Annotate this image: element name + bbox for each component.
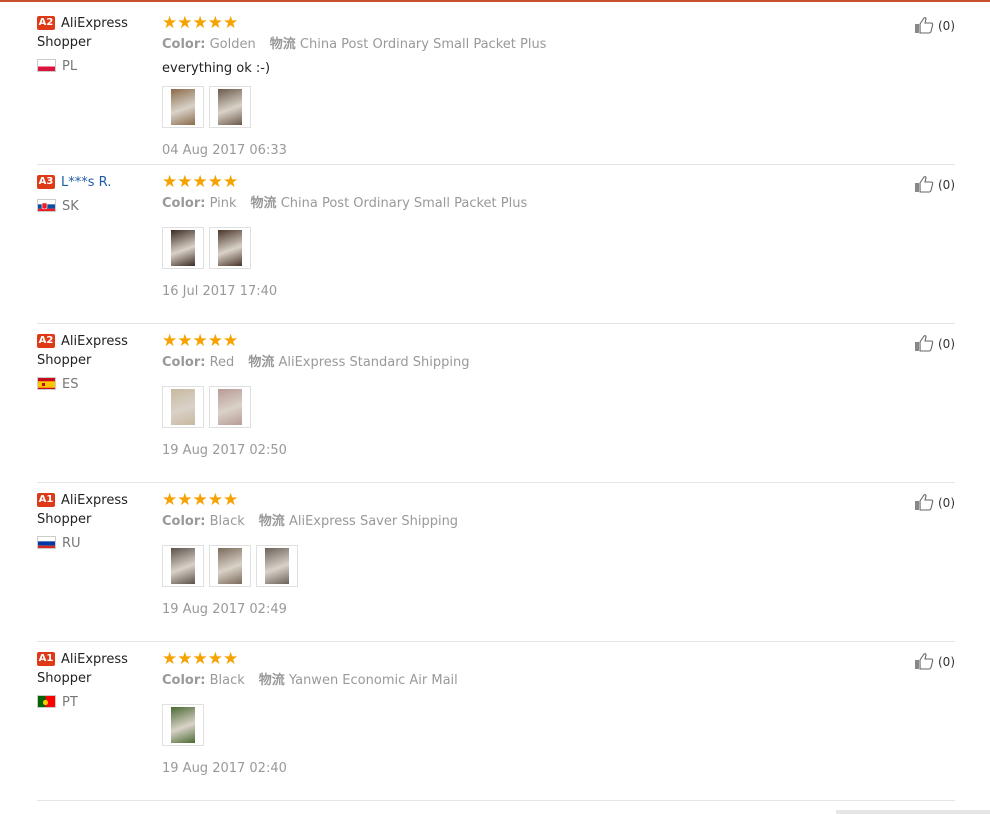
- helpful-button[interactable]: (0): [914, 493, 955, 511]
- order-attributes: Color: Pink 物流 China Post Ordinary Small …: [162, 196, 528, 211]
- thumbs-up-icon: [914, 652, 936, 670]
- shipping-method: Yanwen Economic Air Mail: [288, 673, 458, 688]
- top-accent-rule: [0, 0, 990, 2]
- country-flag-icon: [37, 199, 56, 212]
- helpful-button[interactable]: (0): [914, 334, 955, 352]
- buyer-level-badge: A2: [37, 334, 55, 348]
- review-content: ★★★★★ Color: Golden 物流 China Post Ordinar…: [162, 14, 812, 160]
- review-photos: [162, 545, 812, 587]
- reviewer-name: A1 AliExpress Shopper: [37, 493, 128, 527]
- review-photos: [162, 227, 812, 269]
- country-flag-icon: [37, 536, 56, 549]
- order-attributes: Color: Black 物流 Yanwen Economic Air Mail: [162, 673, 458, 688]
- review-content: ★★★★★ Color: Black 物流 Yanwen Economic Air…: [162, 650, 812, 778]
- color-value: Black: [209, 514, 245, 529]
- review-item: A2 AliExpress Shopper ES ★★★★★ Color: Red 物…: [37, 324, 955, 483]
- buyer-level-badge: A2: [37, 16, 55, 30]
- review-photo-thumbnail[interactable]: [256, 545, 298, 587]
- reviewer-country: PT: [37, 694, 152, 712]
- helpful-button[interactable]: (0): [914, 175, 955, 193]
- review-item: A1 AliExpress Shopper PT ★★★★★ Color: Blac…: [37, 642, 955, 801]
- helpful-count: (0): [938, 19, 955, 33]
- review-date: 19 Aug 2017 02:50: [162, 443, 287, 458]
- helpful-count: (0): [938, 178, 955, 192]
- buyer-level-badge: A3: [37, 175, 55, 189]
- shipping-method: China Post Ordinary Small Packet Plus: [299, 37, 547, 52]
- helpful-button[interactable]: (0): [914, 16, 955, 34]
- review-date: 16 Jul 2017 17:40: [162, 284, 278, 299]
- reviewer-info: A2 AliExpress Shopper ES: [37, 332, 152, 394]
- review-photo-thumbnail[interactable]: [209, 386, 251, 428]
- buyer-level-badge: A1: [37, 493, 55, 507]
- reviewer-info: A3 L***s R. SK: [37, 173, 152, 216]
- thumbs-up-icon: [914, 175, 936, 193]
- reviewer-name[interactable]: A3 L***s R.: [37, 173, 152, 192]
- shipping-method: AliExpress Standard Shipping: [278, 355, 470, 370]
- thumbs-up-icon: [914, 493, 936, 511]
- review-photo-thumbnail[interactable]: [162, 386, 204, 428]
- star-rating: ★★★★★: [162, 172, 239, 192]
- review-photo-thumbnail[interactable]: [162, 86, 204, 128]
- review-date: 04 Aug 2017 06:33: [162, 143, 287, 158]
- reviewer-info: A1 AliExpress Shopper PT: [37, 650, 152, 712]
- review-item: A1 AliExpress Shopper RU ★★★★★ Color: Blac…: [37, 483, 955, 642]
- order-attributes: Color: Black 物流 AliExpress Saver Shipping: [162, 514, 459, 529]
- helpful-button[interactable]: (0): [914, 652, 955, 670]
- star-rating: ★★★★★: [162, 649, 239, 669]
- color-value: Pink: [209, 196, 237, 211]
- review-photo-thumbnail[interactable]: [162, 227, 204, 269]
- color-value: Black: [209, 673, 245, 688]
- reviewer-country: PL: [37, 58, 152, 76]
- color-value: Golden: [209, 37, 256, 52]
- color-value: Red: [209, 355, 235, 370]
- review-photo-thumbnail[interactable]: [209, 86, 251, 128]
- review-content: ★★★★★ Color: Red 物流 AliExpress Standard S…: [162, 332, 812, 460]
- reviewer-name: A2 AliExpress Shopper: [37, 334, 128, 368]
- reviewer-country: RU: [37, 535, 152, 553]
- country-flag-icon: [37, 59, 56, 72]
- thumbs-up-icon: [914, 334, 936, 352]
- star-rating: ★★★★★: [162, 13, 239, 33]
- helpful-count: (0): [938, 655, 955, 669]
- reviewer-name: A1 AliExpress Shopper: [37, 652, 128, 686]
- horizontal-scrollbar[interactable]: [836, 810, 990, 814]
- review-text: everything ok :-): [162, 61, 271, 76]
- helpful-count: (0): [938, 337, 955, 351]
- review-date: 19 Aug 2017 02:49: [162, 602, 287, 617]
- reviewer-country: SK: [37, 198, 152, 216]
- review-photo-thumbnail[interactable]: [162, 704, 204, 746]
- review-photos: [162, 704, 812, 746]
- review-content: ★★★★★ Color: Black 物流 AliExpress Saver Sh…: [162, 491, 812, 619]
- helpful-count: (0): [938, 496, 955, 510]
- review-photos: [162, 86, 812, 128]
- order-attributes: Color: Golden 物流 China Post Ordinary Smal…: [162, 37, 547, 52]
- review-content: ★★★★★ Color: Pink 物流 China Post Ordinary …: [162, 173, 812, 301]
- review-item: A2 AliExpress Shopper PL ★★★★★ Color: Gold…: [37, 6, 955, 165]
- star-rating: ★★★★★: [162, 331, 239, 351]
- country-flag-icon: [37, 377, 56, 390]
- shipping-method: AliExpress Saver Shipping: [288, 514, 459, 529]
- order-attributes: Color: Red 物流 AliExpress Standard Shippin…: [162, 355, 470, 370]
- review-photos: [162, 386, 812, 428]
- reviewer-info: A2 AliExpress Shopper PL: [37, 14, 152, 76]
- review-item: A3 L***s R. SK ★★★★★ Color: Pink 物流 China …: [37, 165, 955, 324]
- star-rating: ★★★★★: [162, 490, 239, 510]
- buyer-level-badge: A1: [37, 652, 55, 666]
- thumbs-up-icon: [914, 16, 936, 34]
- review-date: 19 Aug 2017 02:40: [162, 761, 287, 776]
- review-photo-thumbnail[interactable]: [162, 545, 204, 587]
- country-flag-icon: [37, 695, 56, 708]
- reviewer-name: A2 AliExpress Shopper: [37, 16, 128, 50]
- shipping-method: China Post Ordinary Small Packet Plus: [280, 196, 528, 211]
- reviews-list: A2 AliExpress Shopper PL ★★★★★ Color: Gold…: [37, 6, 955, 801]
- reviewer-country: ES: [37, 376, 152, 394]
- review-photo-thumbnail[interactable]: [209, 227, 251, 269]
- review-photo-thumbnail[interactable]: [209, 545, 251, 587]
- reviewer-info: A1 AliExpress Shopper RU: [37, 491, 152, 553]
